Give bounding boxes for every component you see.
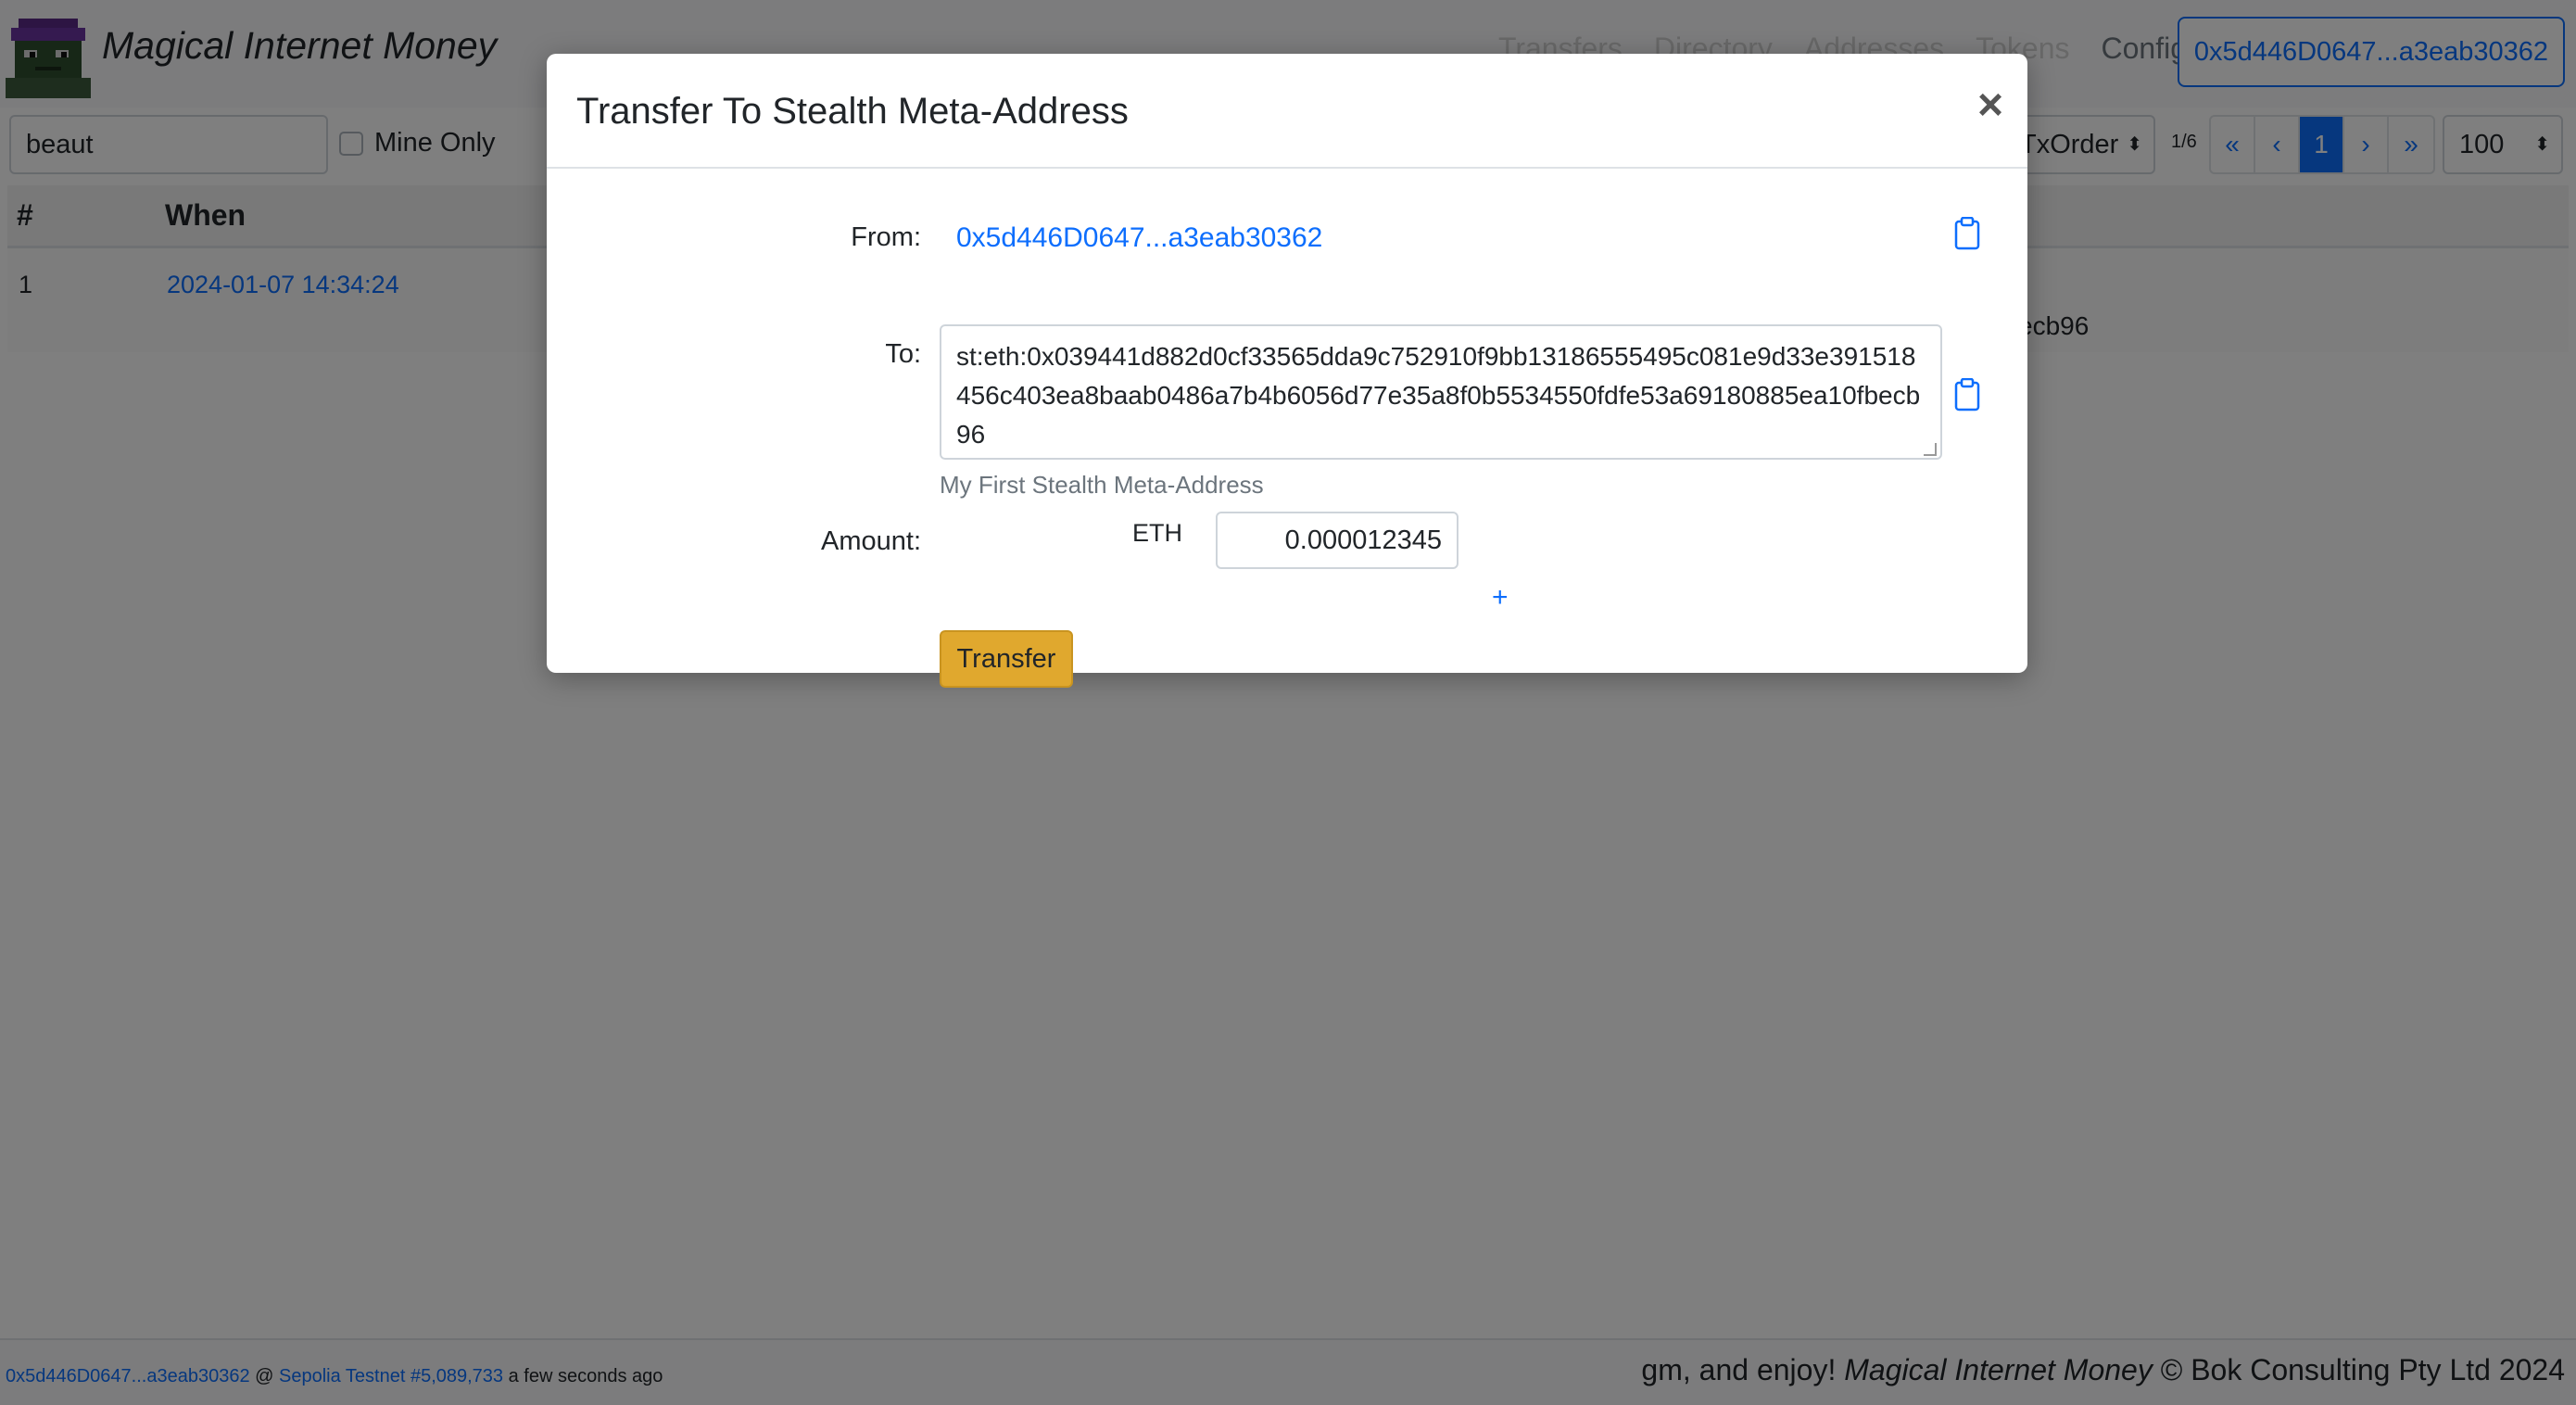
amount-label: Amount:	[821, 526, 921, 556]
transfer-modal: Transfer To Stealth Meta-Address × From:…	[547, 54, 2027, 688]
from-label: From:	[851, 222, 921, 252]
close-icon[interactable]: ×	[1977, 83, 2003, 128]
transfer-button[interactable]: Transfer	[940, 630, 1073, 688]
copy-to-clipboard-icon[interactable]	[1953, 378, 1981, 411]
amount-input[interactable]: 0.000012345	[1216, 512, 1458, 569]
to-address-note: My First Stealth Meta-Address	[940, 471, 1264, 499]
modal-title: Transfer To Stealth Meta-Address	[576, 91, 1129, 132]
modal-body: From: 0x5d446D0647...a3eab30362 To: st:e…	[547, 169, 2027, 688]
to-label: To:	[885, 339, 921, 369]
to-address-textarea[interactable]: st:eth:0x039441d882d0cf33565dda9c752910f…	[940, 324, 1942, 460]
amount-unit: ETH	[1132, 519, 1182, 547]
from-address-link[interactable]: 0x5d446D0647...a3eab30362	[956, 222, 1322, 254]
modal-header: Transfer To Stealth Meta-Address ×	[547, 54, 2027, 169]
textarea-resize-handle[interactable]	[1924, 443, 1937, 456]
copy-from-clipboard-icon[interactable]	[1953, 217, 1981, 250]
add-token-button[interactable]: +	[1492, 582, 1509, 614]
